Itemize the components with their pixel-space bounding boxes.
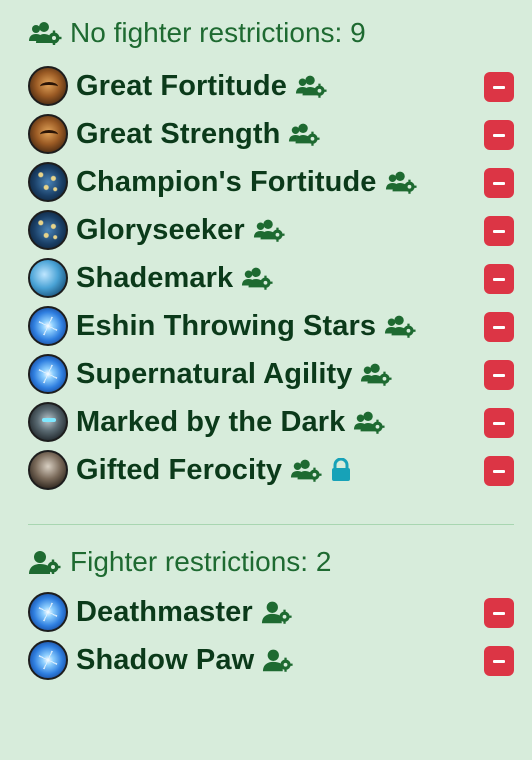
restrictions-panel: No fighter restrictions: 9 Great Fortitu…	[0, 0, 532, 760]
user-gear-icon	[261, 600, 293, 624]
skill-name: Shadow Paw	[76, 643, 255, 676]
user-gear-icon	[28, 550, 62, 574]
fighter-skill-list: Deathmaster Shadow Paw	[28, 588, 514, 684]
skill-name: Great Strength	[76, 117, 281, 150]
list-item: Gifted Ferocity	[28, 446, 514, 494]
minus-icon	[493, 611, 505, 615]
skill-name: Gifted Ferocity	[76, 453, 283, 486]
remove-button[interactable]	[484, 264, 514, 294]
list-item: Deathmaster	[28, 588, 514, 636]
minus-icon	[493, 421, 505, 425]
list-item: Shademark	[28, 254, 514, 302]
skill-name: Gloryseeker	[76, 213, 245, 246]
list-item: Eshin Throwing Stars	[28, 302, 514, 350]
section-title: Fighter restrictions: 2	[70, 545, 332, 577]
list-item: Shadow Paw	[28, 636, 514, 684]
skill-avatar	[28, 450, 68, 490]
lock-icon	[330, 458, 352, 482]
section-header-fighter-restrictions: Fighter restrictions: 2	[28, 525, 514, 577]
remove-button[interactable]	[484, 408, 514, 438]
minus-icon	[493, 325, 505, 329]
skill-name: Eshin Throwing Stars	[76, 309, 377, 342]
remove-button[interactable]	[484, 456, 514, 486]
skill-avatar	[28, 640, 68, 680]
skill-avatar	[28, 354, 68, 394]
list-item: Great Strength	[28, 110, 514, 158]
skill-avatar	[28, 114, 68, 154]
users-gear-icon	[253, 218, 285, 242]
users-gear-icon	[353, 410, 385, 434]
fighter-skill-list: Great Fortitude Great Strength Champion'…	[28, 62, 514, 494]
minus-icon	[493, 659, 505, 663]
list-item: Gloryseeker	[28, 206, 514, 254]
users-gear-icon	[28, 21, 62, 45]
skill-avatar	[28, 258, 68, 298]
skill-name: Marked by the Dark	[76, 405, 346, 438]
users-gear-icon	[360, 362, 392, 386]
skill-name: Shademark	[76, 261, 234, 294]
users-gear-icon	[385, 170, 417, 194]
remove-button[interactable]	[484, 168, 514, 198]
skill-avatar	[28, 402, 68, 442]
minus-icon	[493, 181, 505, 185]
skill-name: Deathmaster	[76, 595, 253, 628]
minus-icon	[493, 469, 505, 473]
minus-icon	[493, 277, 505, 281]
users-gear-icon	[290, 458, 322, 482]
list-item: Great Fortitude	[28, 62, 514, 110]
minus-icon	[493, 373, 505, 377]
list-item: Marked by the Dark	[28, 398, 514, 446]
users-gear-icon	[295, 74, 327, 98]
section-header-no-restrictions: No fighter restrictions: 9	[28, 0, 514, 48]
section-title: No fighter restrictions: 9	[70, 16, 366, 48]
skill-avatar	[28, 306, 68, 346]
skill-avatar	[28, 162, 68, 202]
users-gear-icon	[384, 314, 416, 338]
skill-name: Supernatural Agility	[76, 357, 353, 390]
remove-button[interactable]	[484, 72, 514, 102]
users-gear-icon	[241, 266, 273, 290]
skill-avatar	[28, 66, 68, 106]
remove-button[interactable]	[484, 598, 514, 628]
remove-button[interactable]	[484, 646, 514, 676]
skill-name: Great Fortitude	[76, 69, 287, 102]
list-item: Champion's Fortitude	[28, 158, 514, 206]
users-gear-icon	[288, 122, 320, 146]
remove-button[interactable]	[484, 312, 514, 342]
remove-button[interactable]	[484, 360, 514, 390]
user-gear-icon	[262, 648, 294, 672]
remove-button[interactable]	[484, 216, 514, 246]
skill-avatar	[28, 210, 68, 250]
minus-icon	[493, 85, 505, 89]
remove-button[interactable]	[484, 120, 514, 150]
list-item: Supernatural Agility	[28, 350, 514, 398]
minus-icon	[493, 133, 505, 137]
skill-avatar	[28, 592, 68, 632]
skill-name: Champion's Fortitude	[76, 165, 377, 198]
minus-icon	[493, 229, 505, 233]
